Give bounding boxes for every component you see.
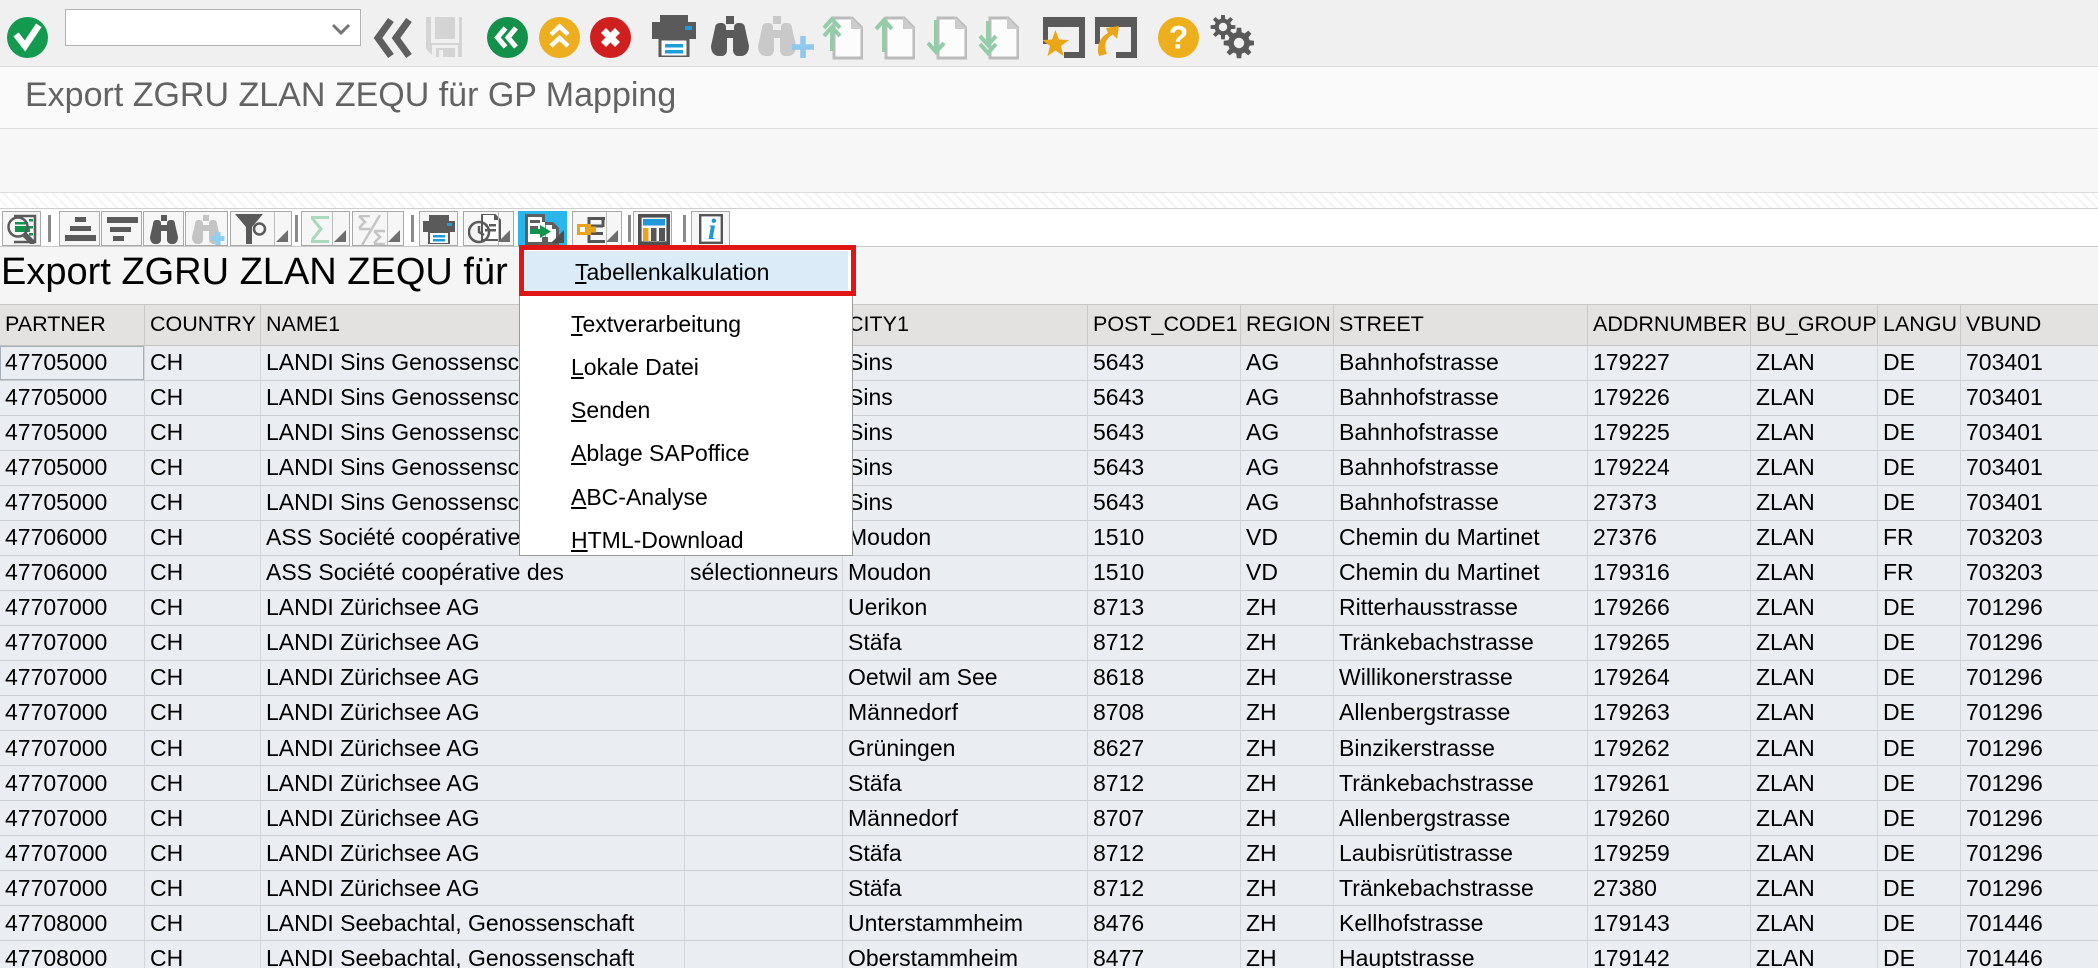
svg-text:i: i (708, 214, 717, 244)
svg-text:?: ? (1169, 20, 1189, 56)
